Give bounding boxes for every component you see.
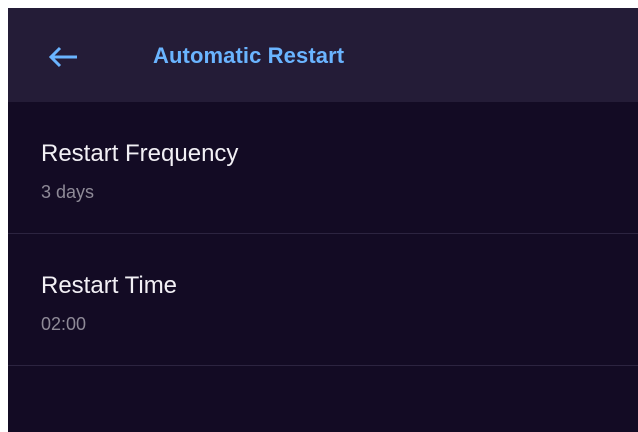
restart-time-item[interactable]: Restart Time 02:00 [8,234,638,366]
restart-frequency-value: 3 days [41,182,95,202]
restart-frequency-label: Restart Frequency [41,140,239,167]
restart-frequency-item[interactable]: Restart Frequency 3 days [8,102,638,234]
arrow-left-icon [48,46,77,68]
app-bar: Automatic Restart [8,8,638,102]
automatic-restart-screen: Automatic Restart Restart Frequency 3 da… [8,8,638,432]
divider [8,365,638,366]
restart-time-label: Restart Time [41,272,178,299]
restart-time-value: 02:00 [41,314,87,334]
page-title: Automatic Restart [153,43,345,68]
back-button[interactable] [42,38,84,76]
